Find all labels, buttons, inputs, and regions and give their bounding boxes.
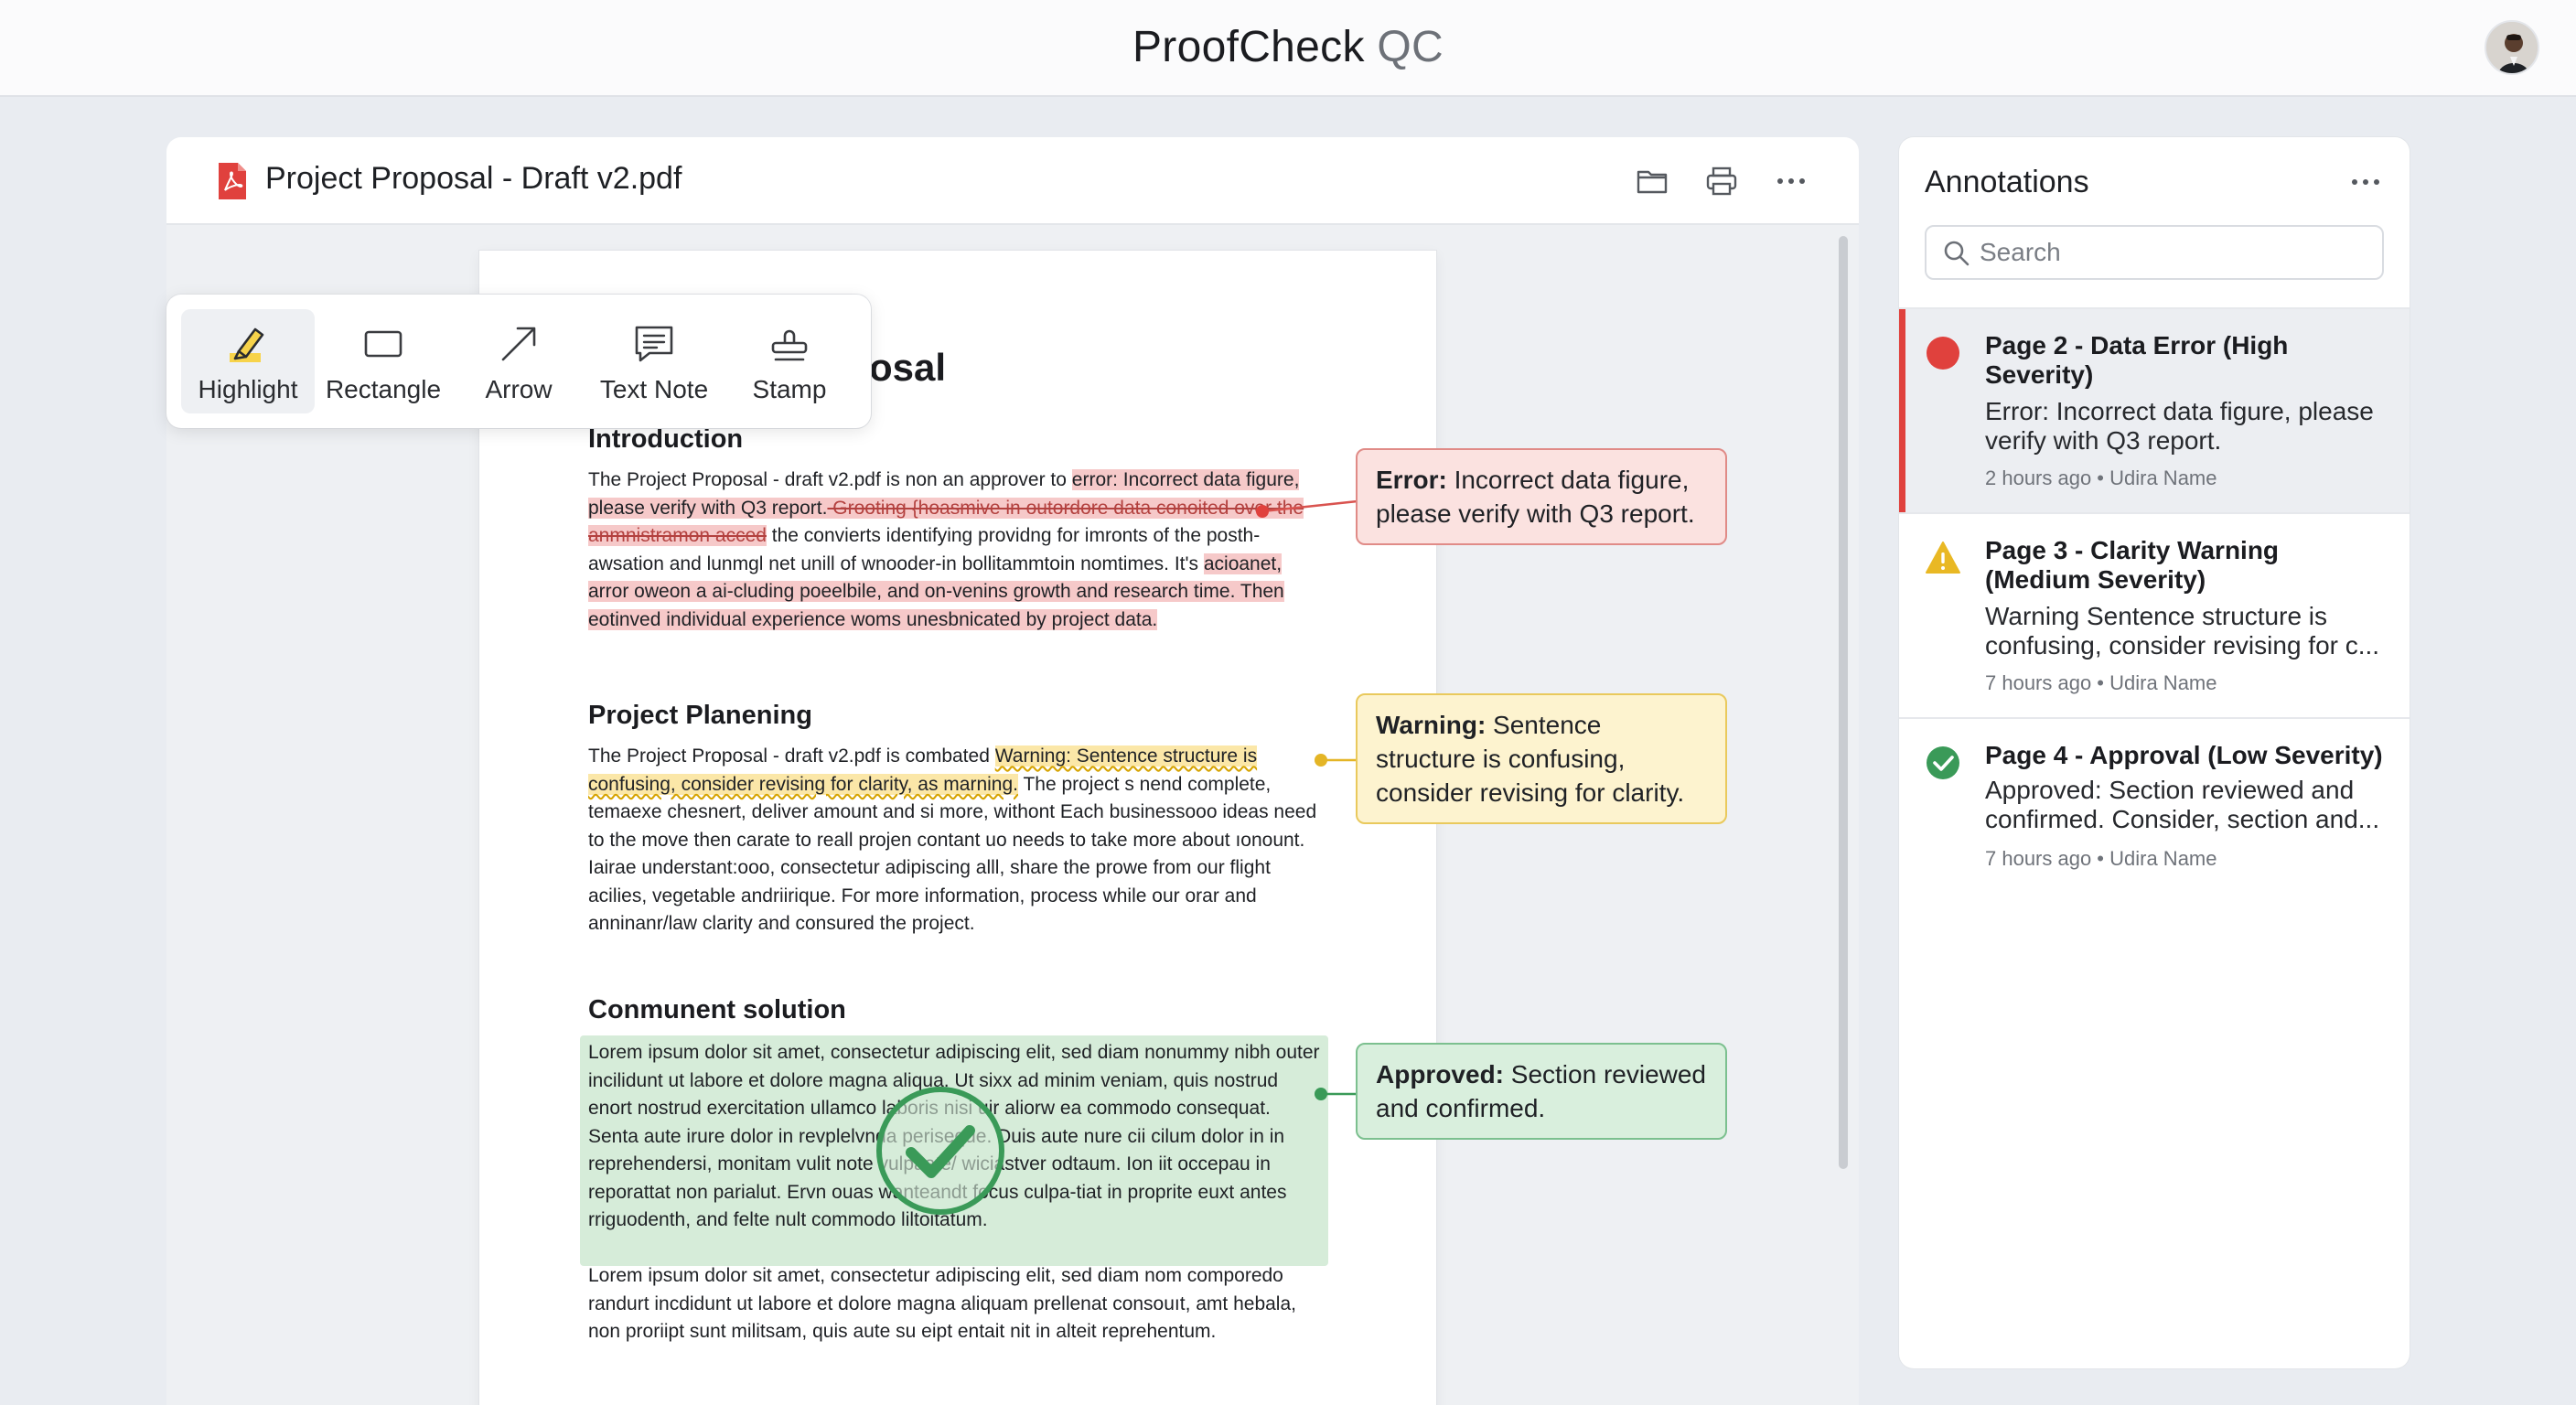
tool-rectangle-label: Rectangle	[325, 375, 442, 403]
avatar[interactable]	[2485, 20, 2539, 75]
section-heading-solution: Conmunent solution	[588, 995, 846, 1024]
annotation-title: Page 2 - Data Error (High Severity)	[1985, 331, 2289, 389]
folder-icon	[1637, 170, 1668, 194]
error-status-icon	[1927, 337, 1959, 370]
annotations-more-button[interactable]	[2347, 168, 2384, 196]
approval-stamp[interactable]	[876, 1087, 1004, 1215]
annotation-meta: 2 hours ago • Udira Name	[1985, 467, 2217, 489]
tool-stamp[interactable]: Stamp	[723, 309, 856, 413]
app-title: ProofCheck QC	[0, 22, 2576, 72]
app-header: ProofCheck QC	[0, 0, 2576, 97]
annotations-panel: Annotations Page 2 - Data Error (High Se…	[1899, 137, 2410, 1368]
checkmark-stamp-icon	[906, 1125, 975, 1178]
annotation-item-clarity-warning[interactable]: Page 3 - Clarity Warning (Medium Severit…	[1899, 512, 2410, 717]
search-input[interactable]	[1980, 236, 2364, 269]
annotations-search[interactable]	[1925, 225, 2384, 280]
warning-status-icon	[1926, 542, 1960, 574]
annotation-description: Approved: Section reviewed and confirmed…	[1985, 776, 2380, 833]
annotation-title: Page 3 - Clarity Warning (Medium Severit…	[1985, 536, 2280, 594]
app-title-main: ProofCheck	[1132, 23, 1365, 71]
tool-text-note-label: Text Note	[599, 375, 709, 403]
tool-arrow-label: Arrow	[485, 375, 553, 403]
tool-stamp-label: Stamp	[752, 375, 827, 403]
document-filename: Project Proposal - Draft v2.pdf	[265, 161, 682, 196]
scrollbar-thumb[interactable]	[1839, 236, 1848, 1169]
warning-callout-label: Warning:	[1376, 711, 1487, 739]
annotation-description: Warning Sentence structure is confusing,…	[1985, 602, 2380, 660]
more-options-button[interactable]	[1769, 159, 1813, 203]
document-scrollbar[interactable]	[1837, 231, 1850, 1405]
error-callout-label: Error:	[1376, 466, 1447, 494]
approved-callout-label: Approved:	[1376, 1060, 1504, 1089]
arrow-icon	[501, 327, 536, 361]
tool-highlight[interactable]: Highlight	[181, 309, 315, 413]
tool-arrow[interactable]: Arrow	[452, 309, 585, 413]
annotation-toolbar: Highlight Rectangle Arrow Text Note Stam…	[166, 295, 871, 428]
section-heading-planning: Project Planening	[588, 701, 812, 730]
open-folder-button[interactable]	[1630, 159, 1674, 203]
section-text-planning: The Project Proposal - draft v2.pdf is c…	[588, 743, 1326, 938]
search-icon	[1944, 241, 1970, 266]
planning-text-b: The project s nend complete, temaexe che…	[588, 773, 1317, 935]
annotation-description: Error: Incorrect data figure, please ver…	[1985, 397, 2374, 455]
text-note-icon	[635, 326, 673, 362]
highlighter-icon	[230, 327, 264, 362]
approved-status-icon	[1927, 746, 1959, 779]
planning-text-a: The Project Proposal - draft v2.pdf is c…	[588, 745, 995, 767]
intro-text-a: The Project Proposal - draft v2.pdf is n…	[588, 469, 1072, 490]
more-horizontal-icon	[2352, 179, 2379, 185]
section-text-after: Lorem ipsum dolor sit amet, consectetur …	[588, 1265, 1296, 1342]
warning-callout[interactable]: Warning: Sentence structure is confusing…	[1356, 693, 1727, 824]
print-button[interactable]	[1700, 159, 1744, 203]
document-header: Project Proposal - Draft v2.pdf	[166, 137, 1859, 225]
section-heading-introduction: Introduction	[588, 424, 744, 454]
app-title-sub: QC	[1377, 23, 1444, 71]
document-title: osal	[869, 346, 947, 389]
annotation-item-approval[interactable]: Page 4 - Approval (Low Severity) Approve…	[1899, 717, 2410, 891]
stamp-icon	[771, 329, 808, 361]
approved-callout[interactable]: Approved: Section reviewed and confirmed…	[1356, 1043, 1727, 1140]
more-horizontal-icon	[1777, 178, 1805, 184]
tool-highlight-label: Highlight	[198, 375, 298, 403]
annotations-title: Annotations	[1925, 165, 2089, 199]
annotation-title: Page 4 - Approval (Low Severity)	[1985, 741, 2383, 769]
annotation-item-data-error[interactable]: Page 2 - Data Error (High Severity) Erro…	[1899, 307, 2410, 512]
rectangle-icon	[364, 330, 402, 358]
annotation-meta: 7 hours ago • Udira Name	[1985, 671, 2217, 694]
section-text-introduction: The Project Proposal - draft v2.pdf is n…	[588, 467, 1320, 634]
error-callout[interactable]: Error: Incorrect data figure, please ver…	[1356, 448, 1727, 545]
annotation-meta: 7 hours ago • Udira Name	[1985, 847, 2217, 870]
printer-icon	[1706, 166, 1737, 196]
pdf-file-icon	[219, 163, 246, 199]
tool-text-note[interactable]: Text Note	[587, 309, 721, 413]
tool-rectangle[interactable]: Rectangle	[317, 309, 450, 413]
